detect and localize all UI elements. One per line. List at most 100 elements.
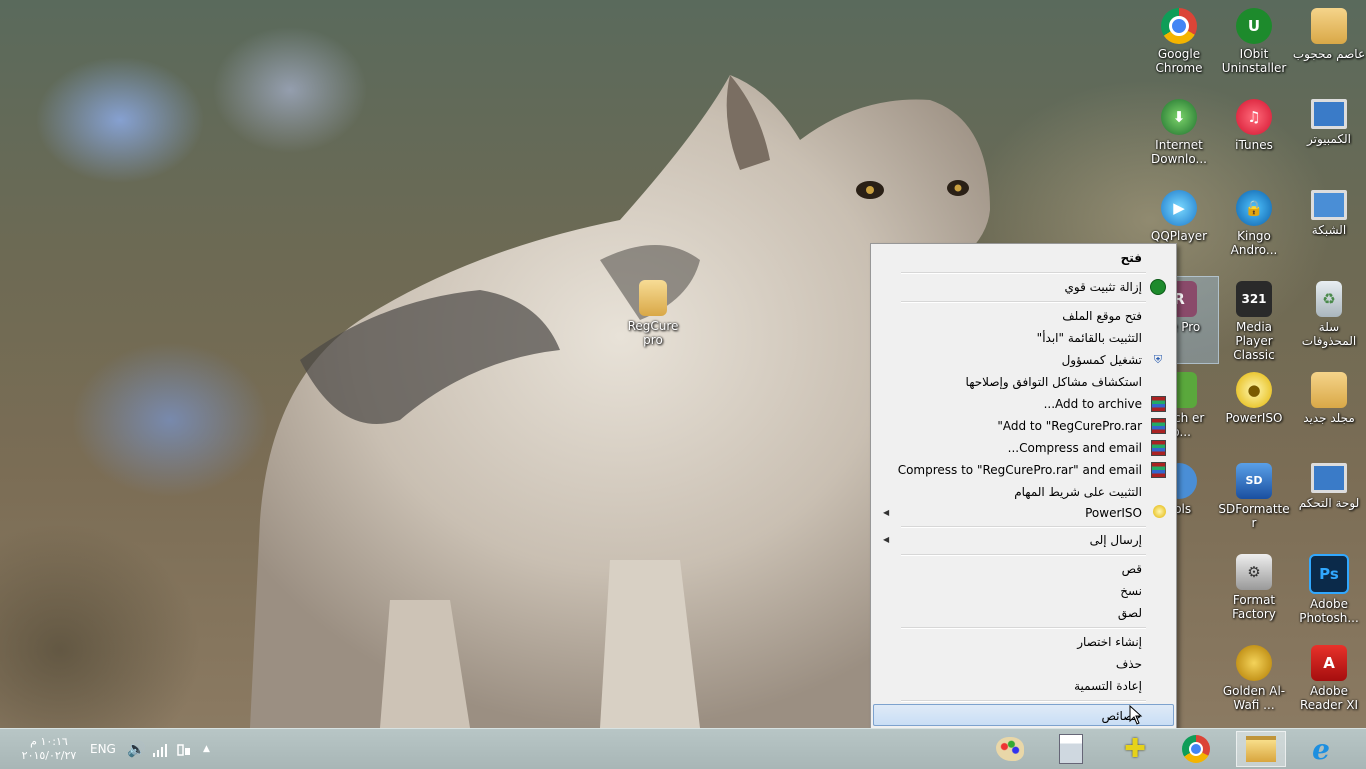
itunes-icon: ♫: [1236, 99, 1272, 135]
desktop-icon-poweriso[interactable]: ● PowerISO: [1215, 368, 1293, 454]
menu-item-label: Compress to "RegCurePro.rar" and email: [897, 463, 1142, 477]
desktop-icon-kingo-android-root[interactable]: 🔒 Kingo Andro...: [1215, 186, 1293, 272]
taskbar-app-add-remove[interactable]: ✚: [1110, 731, 1160, 767]
poweriso-icon: ●: [1236, 372, 1272, 408]
desktop-icon-label: لوحة التحكم: [1298, 496, 1360, 510]
mouse-cursor-icon: [1129, 705, 1143, 725]
system-clock[interactable]: ١٠:١٦ م ٢٠١٥/٠٢/٢٧: [18, 735, 80, 763]
menu-item-label: فتح موقع الملف: [1062, 309, 1142, 323]
golden-alwafi-icon: [1236, 645, 1272, 681]
taskbar-app-paint[interactable]: [985, 731, 1035, 767]
menu-item-label: إزالة تثبيت قوي: [1064, 280, 1143, 294]
menu-item-add-to-rar[interactable]: Add to "RegCurePro.rar": [873, 415, 1174, 437]
menu-item-label: إنشاء اختصار: [1077, 635, 1142, 649]
desktop-icon-label: سلة المحذوفات: [1301, 320, 1357, 348]
menu-item-compress-to-rar-and-email[interactable]: Compress to "RegCurePro.rar" and email: [873, 459, 1174, 481]
desktop-icon-computer[interactable]: الكمبيوتر: [1290, 95, 1366, 181]
desktop-icon-regcure-pro-folder[interactable]: RegCure pro: [614, 276, 692, 362]
menu-item-label: فتح: [1120, 251, 1142, 265]
menu-item-poweriso[interactable]: PowerISO ◀: [873, 502, 1174, 524]
taskbar-app-file-explorer[interactable]: [1236, 731, 1286, 767]
menu-item-run-as-admin[interactable]: ⛨ تشغيل كمسؤول: [873, 349, 1174, 371]
desktop-icon-label: Format Factory: [1232, 593, 1276, 621]
desktop-icon-label: الشبكة: [1311, 223, 1347, 237]
desktop-icon-user-folder[interactable]: عاصم محجوب: [1290, 4, 1366, 90]
menu-item-iobit-uninstall[interactable]: إزالة تثبيت قوي: [873, 276, 1174, 298]
menu-item-compress-and-email[interactable]: Compress and email...: [873, 437, 1174, 459]
menu-item-create-shortcut[interactable]: إنشاء اختصار: [873, 631, 1174, 653]
menu-item-label: قص: [1121, 562, 1142, 576]
calculator-icon: [1059, 734, 1083, 764]
desktop-icon-new-folder[interactable]: مجلد جديد: [1290, 368, 1366, 454]
folder-icon: [639, 280, 667, 316]
desktop-icon-recycle-bin[interactable]: ♻ سلة المحذوفات: [1290, 277, 1366, 363]
context-menu: فتح إزالة تثبيت قوي فتح موقع الملف التثب…: [870, 243, 1177, 732]
iobit-uninstaller-icon: U: [1236, 8, 1272, 44]
desktop-icon-media-player-classic[interactable]: 321 Media Player Classic: [1215, 277, 1293, 363]
desktop-icon-label: SDFormatter: [1218, 502, 1290, 530]
desktop-icon-internet-download-manager[interactable]: ⬇ Internet Downlo...: [1140, 95, 1218, 181]
menu-item-label: Add to archive...: [1043, 397, 1142, 411]
adobe-reader-icon: A: [1311, 645, 1347, 681]
poweriso-icon: [1153, 505, 1166, 518]
network-icon: [1311, 190, 1347, 220]
desktop-icon-iobit-uninstaller[interactable]: U IObit Uninstaller: [1215, 4, 1293, 90]
volume-icon[interactable]: 🔊: [127, 729, 146, 769]
internet-download-manager-icon: ⬇: [1161, 99, 1197, 135]
menu-item-send-to[interactable]: إرسال إلى ◀: [873, 529, 1174, 551]
recycle-bin-icon: ♻: [1316, 281, 1342, 317]
menu-item-rename[interactable]: إعادة التسمية: [873, 675, 1174, 697]
taskbar-app-internet-explorer[interactable]: e: [1296, 731, 1346, 767]
file-explorer-icon: [1246, 736, 1276, 762]
menu-item-open[interactable]: فتح: [873, 247, 1174, 269]
submenu-arrow-icon: ◀: [883, 508, 890, 517]
menu-item-open-file-location[interactable]: فتح موقع الملف: [873, 305, 1174, 327]
winrar-icon: [1151, 396, 1166, 412]
action-center-icon[interactable]: [176, 729, 192, 769]
desktop-icon-format-factory[interactable]: ⚙ Format Factory: [1215, 550, 1293, 636]
kingo-android-root-icon: 🔒: [1236, 190, 1272, 226]
menu-item-label: تشغيل كمسؤول: [1061, 353, 1142, 367]
desktop-icon-itunes[interactable]: ♫ iTunes: [1215, 95, 1293, 181]
menu-item-label: حذف: [1115, 657, 1142, 671]
menu-item-paste[interactable]: لصق: [873, 602, 1174, 624]
desktop-icon-label: PowerISO: [1225, 411, 1283, 425]
menu-separator: [901, 301, 1146, 303]
menu-item-add-to-archive[interactable]: Add to archive...: [873, 393, 1174, 415]
show-hidden-icons-chevron-icon[interactable]: ▲: [203, 729, 210, 769]
sdformatter-icon: SD: [1236, 463, 1272, 499]
menu-item-pin-to-start[interactable]: التثبيت بالقائمة "ابدأ": [873, 327, 1174, 349]
menu-item-label: استكشاف مشاكل التوافق وإصلاحها: [965, 375, 1142, 389]
menu-item-label: Compress and email...: [1007, 441, 1142, 455]
menu-item-delete[interactable]: حذف: [873, 653, 1174, 675]
menu-separator: [901, 554, 1146, 556]
desktop-icon-label: Google Chrome: [1155, 47, 1203, 75]
taskbar: ١٠:١٦ م ٢٠١٥/٠٢/٢٧ ENG 🔊 ▲ ✚ e: [0, 728, 1366, 769]
clock-date: ٢٠١٥/٠٢/٢٧: [21, 749, 77, 762]
menu-item-pin-to-taskbar[interactable]: التثبيت على شريط المهام: [873, 481, 1174, 503]
desktop-icon-control-panel[interactable]: لوحة التحكم: [1290, 459, 1366, 545]
network-signal-icon[interactable]: [152, 729, 168, 769]
desktop-icon-label: Adobe Reader XI: [1299, 684, 1359, 712]
menu-item-label: إعادة التسمية: [1074, 679, 1142, 693]
desktop-icon-google-chrome[interactable]: Google Chrome: [1140, 4, 1218, 90]
desktop-icon-label: مجلد جديد: [1303, 411, 1355, 425]
desktop-icon-adobe-reader[interactable]: A Adobe Reader XI: [1290, 641, 1366, 727]
menu-item-label: لصق: [1117, 606, 1142, 620]
desktop-icon-sdformatter[interactable]: SD SDFormatter: [1215, 459, 1293, 545]
format-factory-icon: ⚙: [1236, 554, 1272, 590]
desktop-icon-adobe-photoshop[interactable]: Ps Adobe Photosh...: [1290, 550, 1366, 636]
taskbar-app-chrome[interactable]: [1171, 731, 1221, 767]
taskbar-app-calculator[interactable]: [1046, 731, 1096, 767]
chrome-icon: [1182, 735, 1210, 763]
desktop-icon-label: عاصم محجوب: [1292, 47, 1366, 61]
language-indicator[interactable]: ENG: [90, 729, 116, 769]
menu-item-label: التثبيت بالقائمة "ابدأ": [1036, 331, 1142, 345]
desktop-icon-label: IObit Uninstaller: [1221, 47, 1287, 75]
menu-item-copy[interactable]: نسخ: [873, 580, 1174, 602]
desktop-icon-golden-alwafi[interactable]: Golden Al-Wafi ...: [1215, 641, 1293, 727]
menu-item-troubleshoot-compatibility[interactable]: استكشاف مشاكل التوافق وإصلاحها: [873, 371, 1174, 393]
desktop-icon-network[interactable]: الشبكة: [1290, 186, 1366, 272]
control-panel-icon: [1311, 463, 1347, 493]
menu-item-cut[interactable]: قص: [873, 558, 1174, 580]
